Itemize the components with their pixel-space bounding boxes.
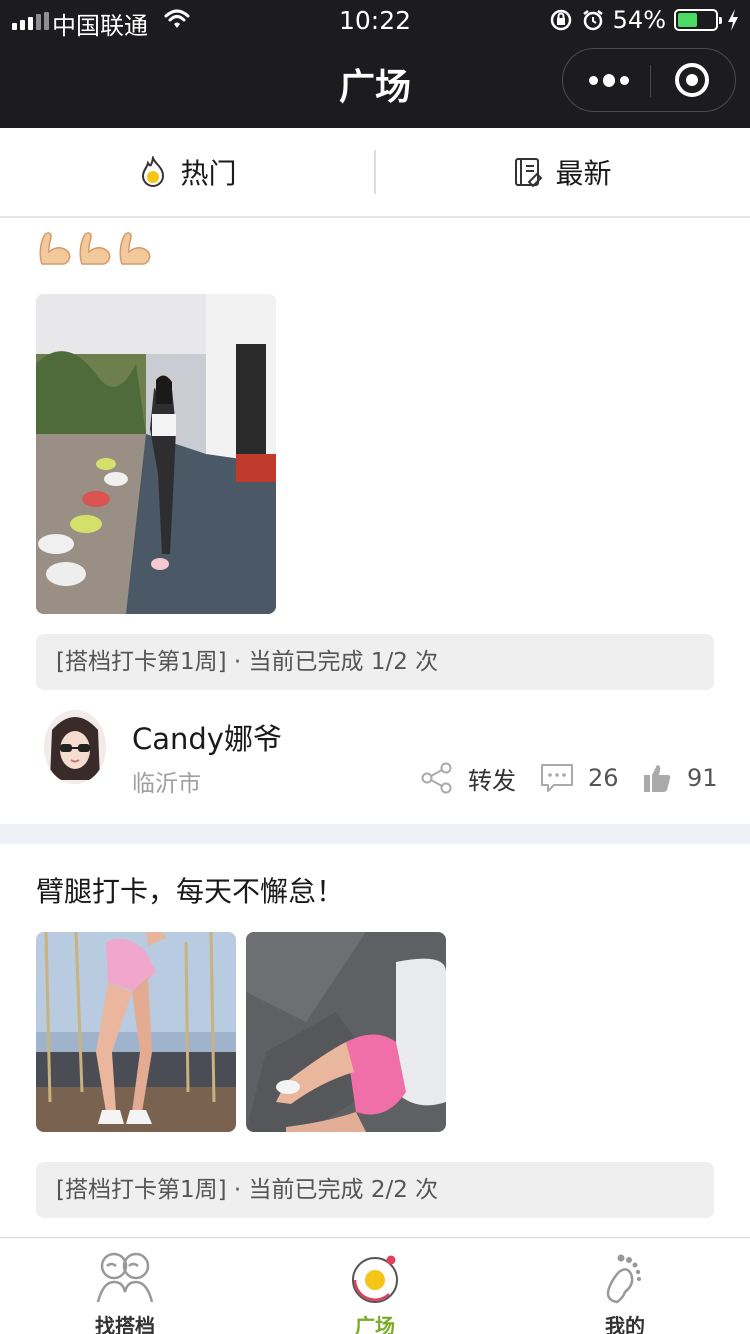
bottom-tab-bar: 找搭档 广场 我的 [0,1237,750,1334]
tab-latest[interactable]: 最新 [375,128,750,216]
gym-photo-image [36,294,276,614]
post-photo[interactable] [36,294,276,614]
footprint-icon [606,1254,641,1304]
like-button[interactable]: 91 [643,758,718,798]
user-city: 临沂市 [132,771,201,797]
feed-list: [搭档打卡第1周] · 当前已完成 1/2 次 Candy娜爷 临沂市 转发 2… [0,218,750,1237]
comment-button[interactable]: 26 [540,758,619,798]
tabbar-item-plaza[interactable]: 广场 [250,1238,500,1334]
post-photo[interactable] [246,932,446,1132]
avatar-image [44,710,106,784]
notebook-icon [515,158,543,188]
mini-program-capsule [562,48,736,112]
tab-latest-label: 最新 [555,157,612,190]
tabbar-label: 广场 [355,1314,395,1334]
share-label: 转发 [468,766,516,795]
comment-count: 26 [588,764,619,792]
share-button[interactable]: 转发 [420,758,516,798]
tabbar-label: 我的 [605,1314,645,1334]
fire-icon [142,156,165,187]
flexed-biceps-icon [39,232,71,265]
workout-photo-image [246,932,446,1132]
tab-hot[interactable]: 热门 [0,128,375,216]
feed-tabs: 热门 最新 [0,128,750,218]
plaza-icon [352,1255,398,1303]
post-text: 臂腿打卡，每天不懈怠！ [36,875,345,908]
capsule-divider [650,65,651,97]
alarm-icon [582,10,603,31]
tabbar-item-partners[interactable]: 找搭档 [0,1238,250,1334]
checkin-progress: [搭档打卡第1周] · 当前已完成 2/2 次 [36,1162,714,1218]
battery-icon [674,9,722,31]
plaza-page: 中国联通 10:22 54% 广场 热门 最新 [搭档打卡第1周] · 当前已完… [0,0,750,1334]
top-bar: 中国联通 10:22 54% 广场 [0,0,750,128]
flexed-biceps-icon [119,232,151,265]
post-photo[interactable] [36,932,236,1132]
post-text-emoji [36,228,154,268]
status-right: 54% [549,6,740,34]
like-count: 91 [687,764,718,792]
close-button[interactable] [675,63,709,97]
legs-photo-image [36,932,236,1132]
comment-icon [541,764,573,792]
battery-percent: 54% [612,6,666,34]
more-button[interactable] [589,49,629,111]
avatar[interactable] [44,710,106,784]
charging-icon [728,9,738,31]
checkin-progress: [搭档打卡第1周] · 当前已完成 1/2 次 [36,634,714,690]
partners-icon [96,1252,154,1303]
flexed-biceps-icon [79,232,111,265]
status-bar: 中国联通 10:22 54% [0,0,750,40]
user-name[interactable]: Candy娜爷 [132,716,282,758]
tabbar-label: 找搭档 [95,1314,155,1334]
thumbs-up-icon [644,765,671,792]
tabbar-item-mine[interactable]: 我的 [500,1238,750,1334]
share-icon [421,762,452,794]
post-divider [0,824,750,844]
tab-hot-label: 热门 [180,157,237,190]
rotation-lock-icon [550,9,571,31]
